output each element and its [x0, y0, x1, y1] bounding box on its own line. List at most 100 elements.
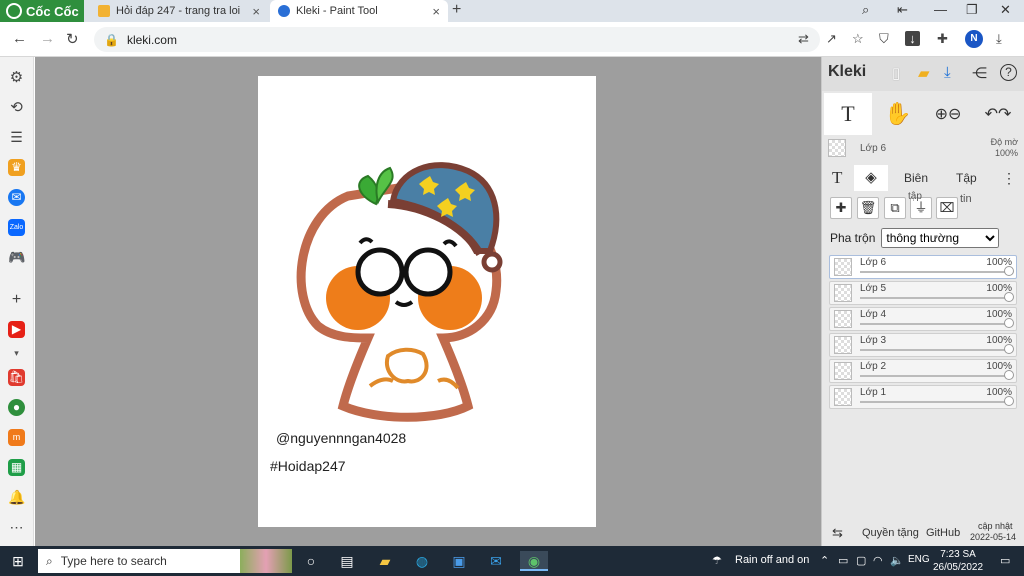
slider-knob[interactable] — [1004, 318, 1014, 328]
minimize-icon[interactable]: — — [934, 2, 947, 17]
tab-search-icon[interactable]: ⌕ — [862, 2, 869, 18]
rename-layer-button[interactable]: ⌧ — [936, 197, 958, 219]
close-window-icon[interactable]: ✕ — [1000, 2, 1011, 18]
weather-text[interactable]: Rain off and on — [735, 554, 809, 566]
slider-knob[interactable] — [1004, 344, 1014, 354]
new-file-icon[interactable]: ▯ — [892, 64, 900, 82]
add-layer-button[interactable]: ✚ — [830, 197, 852, 219]
sheets-icon[interactable]: ▦ — [8, 459, 25, 476]
translate-icon[interactable]: ⇄ — [798, 31, 809, 47]
task-view-icon[interactable]: ○ — [301, 551, 321, 571]
zalo-icon[interactable]: Zalo — [8, 219, 25, 236]
delete-layer-button[interactable]: 🗑 — [857, 197, 879, 219]
tab-edit[interactable]: Biên — [904, 171, 928, 185]
shopping-icon[interactable]: 🛍 — [8, 369, 25, 386]
crown-icon[interactable]: ♛ — [8, 159, 25, 176]
shield-icon[interactable]: ⛉ — [879, 31, 889, 47]
canvas-workarea[interactable]: @nguyennngan4028 #Hoidap247 — [35, 57, 821, 546]
mail-icon[interactable]: ✉ — [486, 551, 506, 571]
slider-knob[interactable] — [1004, 396, 1014, 406]
layer-opacity-slider[interactable] — [860, 323, 1010, 325]
tab-hoidap[interactable]: Hỏi đáp 247 - trang tra loi × — [90, 0, 268, 22]
notifications-icon[interactable]: ▭ — [1000, 554, 1010, 567]
tray-expand-icon[interactable]: ⌃ — [820, 554, 829, 567]
restore-icon[interactable]: ❐ — [966, 2, 978, 18]
store-icon[interactable]: ▣ — [449, 551, 469, 571]
tab-file[interactable]: Tập — [956, 171, 977, 185]
tray-app-icon[interactable]: ▢ — [856, 554, 866, 567]
list-icon[interactable]: ☰ — [8, 129, 25, 146]
battery-icon[interactable]: ▭ — [838, 554, 848, 567]
taskbar-search-box[interactable]: ⌕ Type here to search — [38, 549, 292, 573]
swap-icon[interactable]: ⇆ — [832, 525, 843, 541]
github-link[interactable]: GitHub — [926, 527, 960, 539]
settings-gear-icon[interactable]: ⚙ — [8, 69, 25, 86]
notification-bell-icon[interactable]: 🔔 — [8, 489, 25, 506]
slider-knob[interactable] — [1004, 370, 1014, 380]
taskbar-clock[interactable]: 7:23 SA 26/05/2022 — [930, 548, 986, 574]
share-icon[interactable]: ↗ — [826, 31, 837, 47]
widgets-icon[interactable]: ▤ — [337, 551, 357, 571]
help-icon[interactable]: ? — [1000, 64, 1017, 81]
layer-item[interactable]: Lớp 3 100% — [829, 333, 1017, 357]
tab-layers-icon[interactable]: ◈ — [854, 165, 888, 191]
history-icon[interactable]: ⟲ — [8, 99, 25, 116]
layer-opacity-slider[interactable] — [860, 401, 1010, 403]
slider-knob[interactable] — [1004, 292, 1014, 302]
update-label[interactable]: cập nhật — [978, 521, 1013, 531]
youtube-icon[interactable]: ▶ — [8, 321, 25, 338]
text-tool-icon[interactable]: T — [824, 93, 872, 135]
file-explorer-icon[interactable]: ▰ — [375, 551, 395, 571]
blend-mode-select[interactable]: thông thường — [881, 228, 1000, 248]
share-icon[interactable]: ⋲ — [972, 64, 987, 82]
forward-icon[interactable]: → — [40, 30, 55, 47]
download-ext-icon[interactable]: ↓ — [905, 31, 920, 46]
hand-tool-icon[interactable]: ✋ — [878, 93, 918, 135]
layer-item[interactable]: Lớp 6 100% — [829, 255, 1017, 279]
undo-redo-icon[interactable]: ↶↷ — [976, 93, 1020, 135]
close-tab-icon[interactable]: × — [432, 4, 440, 19]
back-history-icon[interactable]: ⇤ — [897, 2, 908, 18]
downloads-icon[interactable]: ⤓ — [996, 31, 1002, 47]
back-icon[interactable]: ← — [12, 30, 27, 47]
profile-avatar[interactable]: N — [965, 30, 983, 48]
kleki-logo[interactable]: Kleki — [828, 63, 866, 81]
slider-knob[interactable] — [1004, 266, 1014, 276]
bookmark-star-icon[interactable]: ☆ — [852, 31, 864, 47]
new-tab-icon[interactable]: + — [452, 1, 461, 19]
more-icon[interactable]: ⋯ — [8, 519, 25, 536]
layer-item[interactable]: Lớp 1 100% — [829, 385, 1017, 409]
open-folder-icon[interactable]: ▰ — [918, 64, 930, 82]
maps-icon[interactable]: ● — [8, 399, 25, 416]
extensions-icon[interactable]: ✚ — [937, 31, 948, 47]
address-bar[interactable]: 🔒 kleki.com — [94, 27, 820, 52]
tab-kleki[interactable]: Kleki - Paint Tool × — [270, 0, 448, 22]
wifi-icon[interactable]: ◠ — [873, 554, 883, 567]
save-download-icon[interactable]: ⤓ — [944, 64, 951, 81]
shop-m-icon[interactable]: m — [8, 429, 25, 446]
duplicate-layer-button[interactable]: ⧉ — [884, 197, 906, 219]
close-tab-icon[interactable]: × — [252, 4, 260, 19]
edge-icon[interactable]: ◍ — [412, 551, 432, 571]
layer-item[interactable]: Lớp 5 100% — [829, 281, 1017, 305]
coccoc-taskbar-icon[interactable]: ◉ — [520, 551, 548, 571]
layer-opacity-slider[interactable] — [860, 349, 1010, 351]
layer-opacity-slider[interactable] — [860, 375, 1010, 377]
tab-text-icon[interactable]: T — [832, 168, 842, 188]
add-sidebar-icon[interactable]: + — [8, 291, 25, 308]
game-controller-icon[interactable]: 🎮 — [8, 249, 25, 266]
zoom-in-out-icon[interactable]: ⊕⊖ — [926, 93, 970, 135]
layer-opacity-slider[interactable] — [860, 271, 1010, 273]
layer-item[interactable]: Lớp 2 100% — [829, 359, 1017, 383]
donate-link[interactable]: Quyền tặng — [862, 527, 919, 539]
chevron-down-icon[interactable]: ▾ — [8, 345, 25, 362]
drawing-canvas[interactable]: @nguyennngan4028 #Hoidap247 — [258, 76, 596, 527]
volume-icon[interactable]: 🔈 — [890, 554, 904, 567]
browser-brand[interactable]: Cốc Cốc — [0, 0, 84, 22]
more-vert-icon[interactable]: ⋮ — [1002, 170, 1016, 187]
messenger-icon[interactable]: ✉ — [8, 189, 25, 206]
reload-icon[interactable]: ↻ — [66, 30, 79, 48]
windows-start-icon[interactable]: ⊞ — [8, 551, 28, 571]
layer-opacity-slider[interactable] — [860, 297, 1010, 299]
layer-item[interactable]: Lớp 4 100% — [829, 307, 1017, 331]
